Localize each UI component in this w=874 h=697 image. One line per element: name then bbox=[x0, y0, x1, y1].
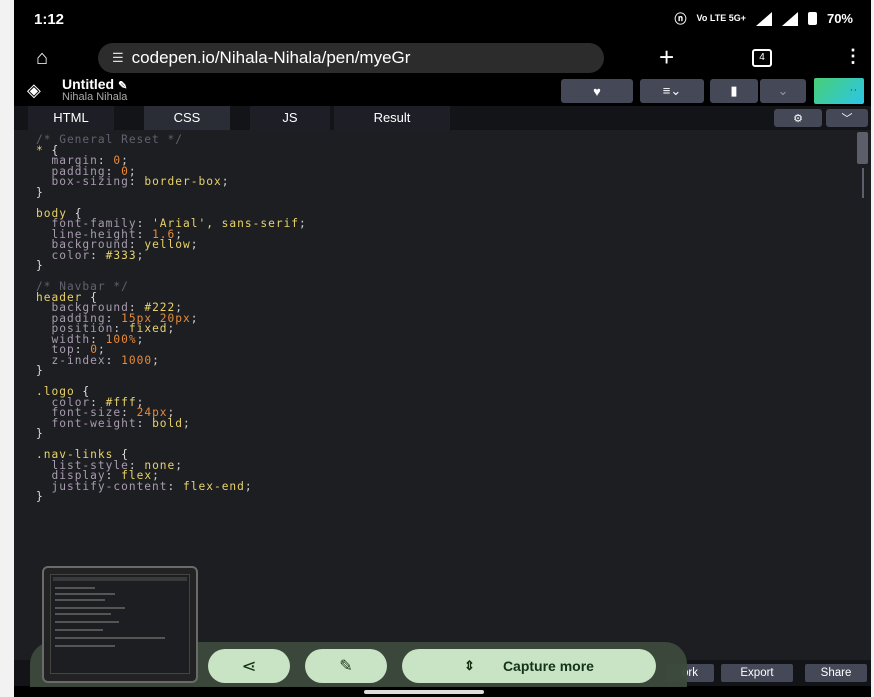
layout-icon: ≡⌄ bbox=[662, 83, 682, 98]
network-label: Vo LTE 5G+ bbox=[696, 13, 746, 23]
pen-author: Nihala Nihala bbox=[62, 91, 128, 103]
scrollbar-track bbox=[862, 168, 864, 198]
status-icons: ⓝ Vo LTE 5G+ 70% bbox=[675, 10, 853, 27]
plus-icon[interactable]: + bbox=[659, 42, 674, 73]
tab-css[interactable]: CSS bbox=[144, 106, 230, 130]
edit-capture-button[interactable]: ✎ bbox=[305, 649, 387, 683]
status-bar: 1:12 ⓝ Vo LTE 5G+ 70% bbox=[14, 0, 871, 40]
codepen-logo-icon[interactable]: ◈ bbox=[27, 80, 41, 101]
more-button[interactable]: ⌄ bbox=[760, 79, 806, 103]
css-code[interactable]: /* General Reset */ * { margin: 0; paddi… bbox=[36, 134, 307, 503]
avatar-face-icon: ˙˙ bbox=[850, 87, 858, 101]
bookmark-icon: ▮ bbox=[730, 83, 738, 98]
capture-more-button[interactable]: ⇕ Capture more bbox=[402, 649, 656, 683]
battery-icon bbox=[807, 12, 817, 25]
expand-icon: ⇕ bbox=[464, 658, 475, 673]
editor-tabs: HTML CSS JS Result ⚙ ﹀ bbox=[14, 106, 871, 130]
signal-icon bbox=[755, 11, 772, 26]
share-capture-button[interactable]: ⋖ bbox=[208, 649, 290, 683]
battery-percent: 70% bbox=[826, 11, 853, 26]
pen-title[interactable]: Untitled ✎ bbox=[62, 76, 127, 92]
collapse-button[interactable]: ﹀ bbox=[826, 109, 868, 127]
screenshot-thumbnail[interactable] bbox=[42, 566, 198, 683]
chevron-down-icon: ⌄ bbox=[777, 83, 789, 98]
browser-toolbar: ⌂ ☰ codepen.io/Nihala-Nihala/pen/myeGr +… bbox=[14, 40, 871, 76]
phone-screen: 1:12 ⓝ Vo LTE 5G+ 70% ⌂ ☰ codepen.io/Nih… bbox=[14, 0, 871, 697]
settings-button[interactable]: ⚙ bbox=[774, 109, 822, 127]
status-time: 1:12 bbox=[34, 11, 65, 28]
codepen-header: ◈ Untitled ✎ Nihala Nihala ♥ ≡⌄ ▮ ⌄ ˙˙ bbox=[14, 76, 871, 106]
signal-icon bbox=[781, 11, 798, 26]
tune-icon[interactable]: ☰ bbox=[112, 50, 124, 66]
heart-icon: ♥ bbox=[593, 83, 601, 99]
chevron-down-icon: ﹀ bbox=[841, 113, 853, 125]
edit-icon: ✎ bbox=[339, 658, 353, 675]
share-icon: ⋖ bbox=[241, 655, 257, 676]
url-text: codepen.io/Nihala-Nihala/pen/myeGr bbox=[131, 48, 411, 67]
scrollbar-thumb[interactable] bbox=[857, 132, 868, 164]
tab-html[interactable]: HTML bbox=[28, 106, 114, 130]
bookmark-button[interactable]: ▮ bbox=[710, 79, 758, 103]
thumbnail-preview bbox=[50, 574, 190, 674]
tab-result[interactable]: Result bbox=[334, 106, 450, 130]
home-icon[interactable]: ⌂ bbox=[36, 47, 48, 70]
export-button[interactable]: Export bbox=[721, 664, 793, 682]
capture-more-label: Capture more bbox=[502, 658, 594, 674]
tab-js[interactable]: JS bbox=[250, 106, 330, 130]
menu-icon[interactable]: ⋮ bbox=[844, 46, 862, 67]
share-button[interactable]: Share bbox=[805, 664, 867, 682]
avatar[interactable]: ˙˙ bbox=[814, 78, 864, 104]
layout-button[interactable]: ≡⌄ bbox=[640, 79, 704, 103]
love-button[interactable]: ♥ bbox=[561, 79, 633, 103]
address-bar[interactable]: ☰ codepen.io/Nihala-Nihala/pen/myeGr bbox=[98, 43, 604, 73]
gesture-bar[interactable] bbox=[364, 690, 484, 694]
gear-icon: ⚙ bbox=[793, 112, 803, 125]
tabs-icon[interactable]: 4 bbox=[752, 49, 772, 67]
editor-scrollbar[interactable] bbox=[857, 132, 868, 200]
wifi-off-icon: ⓝ bbox=[674, 12, 687, 26]
